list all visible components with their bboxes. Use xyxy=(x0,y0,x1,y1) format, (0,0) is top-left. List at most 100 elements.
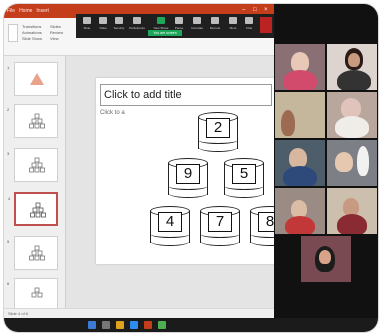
participant-body xyxy=(337,70,371,90)
participant-face xyxy=(335,152,353,172)
participant-video[interactable] xyxy=(327,140,377,186)
number-card: 4 xyxy=(158,212,182,232)
slide-thumbnail-pane: 1 2 3 4 5 6 xyxy=(4,56,66,312)
mouse-icon xyxy=(211,17,219,24)
number-card: 5 xyxy=(232,164,256,184)
pyramid-thumbnail-icon xyxy=(30,73,44,85)
slide-thumbnail[interactable]: 2 xyxy=(7,104,58,138)
number-drum[interactable]: 2 xyxy=(198,112,238,154)
chat-icon xyxy=(245,17,253,24)
zoom-app-icon[interactable] xyxy=(130,321,138,329)
number-drum[interactable]: 4 xyxy=(150,206,190,248)
chat-label: Chat xyxy=(245,26,253,30)
slide-number: 2 xyxy=(7,107,10,112)
slide-thumbnail-selected[interactable]: 4 xyxy=(8,192,58,226)
search-icon[interactable] xyxy=(102,321,110,329)
people-icon xyxy=(133,17,141,24)
participant-face xyxy=(281,110,295,136)
slide-number: 5 xyxy=(7,239,10,244)
current-slide[interactable]: Click to add title Click to a 2 9 5 4 7 xyxy=(96,78,274,264)
video-label: Video xyxy=(99,26,107,30)
pyramid-thumbnail-icon xyxy=(29,157,45,173)
mute-button[interactable]: Mute xyxy=(80,17,94,33)
number-drum[interactable]: 7 xyxy=(200,206,240,248)
number-drum[interactable]: 5 xyxy=(224,158,264,200)
folder-icon[interactable] xyxy=(116,321,124,329)
window-controls: – □ × xyxy=(242,7,270,13)
participant-video[interactable] xyxy=(275,44,325,90)
participant-body xyxy=(283,70,317,90)
participant-face xyxy=(341,98,361,118)
pyramid-thumbnail-icon xyxy=(30,202,46,218)
participant-video[interactable] xyxy=(275,92,325,138)
title-placeholder[interactable]: Click to add title xyxy=(100,84,272,106)
participant-video[interactable] xyxy=(327,44,377,90)
participant-body xyxy=(335,116,369,138)
security-button[interactable]: Security xyxy=(112,17,126,33)
remote-control-button[interactable]: Remote xyxy=(208,17,222,33)
sharing-banner: You are screen sharing xyxy=(148,30,182,41)
close-icon[interactable]: × xyxy=(264,7,270,13)
annotate-button[interactable]: Annotate xyxy=(190,17,204,33)
pyramid-thumbnail-icon xyxy=(29,245,45,261)
camera-icon xyxy=(99,17,107,24)
slide-editor: Click to add title Click to a 2 9 5 4 7 xyxy=(66,56,274,308)
chat-button[interactable]: Chat xyxy=(242,17,256,33)
participant-object xyxy=(357,146,369,176)
slide-number: 3 xyxy=(7,151,10,156)
slide-count: Slide 4 of 6 xyxy=(8,311,29,316)
participant-video[interactable] xyxy=(275,188,325,234)
number-card: 9 xyxy=(176,164,200,184)
tab-home[interactable]: Home xyxy=(19,8,32,14)
tab-insert[interactable]: Insert xyxy=(36,8,49,14)
body-placeholder[interactable]: Click to a xyxy=(100,110,125,116)
participant-face xyxy=(289,148,307,168)
slide-number: 4 xyxy=(8,196,11,201)
number-card: 8 xyxy=(258,212,274,232)
browser-icon[interactable] xyxy=(158,321,166,329)
more-icon xyxy=(229,17,237,24)
security-label: Security xyxy=(113,26,125,30)
slide-thumbnail[interactable]: 6 xyxy=(7,278,58,312)
slide-thumbnail[interactable]: 1 xyxy=(7,62,58,96)
slide-thumbnail[interactable]: 5 xyxy=(7,236,58,270)
ribbon-text: View xyxy=(50,36,59,41)
mute-label: Mute xyxy=(83,26,91,30)
participant-face xyxy=(319,250,331,264)
participant-video[interactable] xyxy=(275,140,325,186)
participant-video[interactable] xyxy=(327,92,377,138)
shield-icon xyxy=(115,17,123,24)
paste-button[interactable] xyxy=(8,24,18,42)
zoom-share-toolbar: Mute Video Security Participants New Sha… xyxy=(76,14,274,41)
ribbon-group-slides: Slides Review View xyxy=(50,24,63,42)
participant-video[interactable] xyxy=(301,236,351,282)
ribbon-tabs: File Home Insert xyxy=(7,8,49,14)
slide-number: 6 xyxy=(7,281,10,286)
participant-face xyxy=(348,53,360,67)
screen-frame: File Home Insert – □ × Transitions Anima… xyxy=(4,4,378,332)
slide-thumbnail[interactable]: 3 xyxy=(7,148,58,182)
participants-button[interactable]: Participants xyxy=(129,17,145,33)
ribbon-text: Slide Show xyxy=(22,36,43,41)
pyramid-thumbnail-icon xyxy=(29,113,45,129)
maximize-icon[interactable]: □ xyxy=(253,7,259,13)
powerpoint-app-icon[interactable] xyxy=(144,321,152,329)
remote-label: Remote xyxy=(209,26,221,30)
start-icon[interactable] xyxy=(88,321,96,329)
tab-file[interactable]: File xyxy=(7,8,15,14)
number-card: 2 xyxy=(206,118,230,138)
number-drum[interactable]: 9 xyxy=(168,158,208,200)
stop-share-button[interactable] xyxy=(260,17,272,33)
participant-video[interactable] xyxy=(327,188,377,234)
windows-taskbar xyxy=(4,318,378,332)
number-drum[interactable]: 8 xyxy=(250,206,274,248)
more-label: More xyxy=(229,26,237,30)
microphone-icon xyxy=(83,17,91,24)
minimize-icon[interactable]: – xyxy=(242,7,248,13)
zoom-gallery-view xyxy=(274,4,378,318)
more-button[interactable]: More xyxy=(226,17,240,33)
participant-face xyxy=(291,52,309,72)
video-button[interactable]: Video xyxy=(96,17,110,33)
share-icon xyxy=(157,17,165,24)
participant-body xyxy=(337,214,367,234)
